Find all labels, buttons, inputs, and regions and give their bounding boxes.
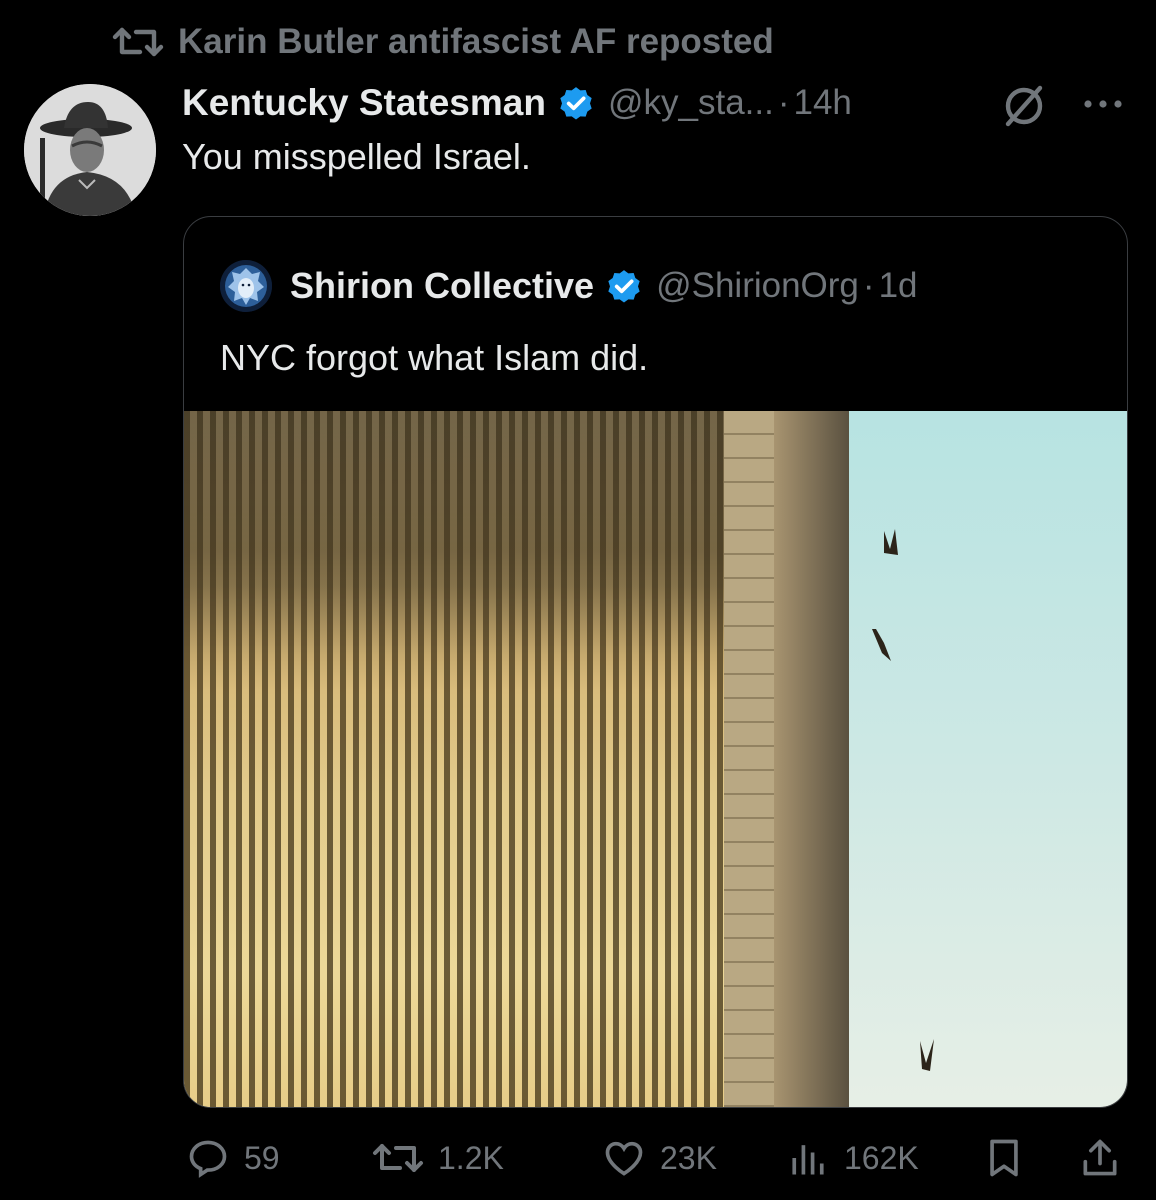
repost-icon <box>373 1144 423 1172</box>
analytics-icon <box>792 1145 824 1175</box>
repost-button[interactable]: 1.2K <box>372 1128 504 1188</box>
author-handle[interactable]: @ky_sta... <box>608 83 774 123</box>
like-count: 23K <box>660 1139 717 1176</box>
lion-logo-icon <box>220 260 272 312</box>
separator-dot: · <box>862 266 875 305</box>
action-bar: 59 1.2K 23K 162K <box>182 1128 1132 1188</box>
more-icon[interactable] <box>1078 90 1128 118</box>
bookmark-icon <box>990 1139 1018 1177</box>
reply-count: 59 <box>244 1139 280 1176</box>
bookmark-button[interactable] <box>982 1128 1040 1188</box>
quoted-time[interactable]: 1d <box>879 266 918 306</box>
avatar[interactable] <box>24 84 156 216</box>
avatar-photo <box>24 84 156 216</box>
quoted-text: NYC forgot what Islam did. <box>220 337 649 378</box>
like-button[interactable]: 23K <box>602 1128 717 1188</box>
quoted-author-name[interactable]: Shirion Collective <box>290 265 594 307</box>
quoted-header: Shirion Collective @ShirionOrg · 1d <box>220 259 918 313</box>
repost-count: 1.2K <box>438 1139 504 1176</box>
repost-text: Karin Butler antifascist AF reposted <box>178 22 774 61</box>
verified-badge-icon[interactable] <box>556 83 596 123</box>
tweet-header: Kentucky Statesman @ky_sta... · 14h <box>182 78 1132 128</box>
view-count: 162K <box>844 1139 919 1176</box>
separator-dot: · <box>777 83 790 122</box>
reply-button[interactable]: 59 <box>186 1128 280 1188</box>
author-name[interactable]: Kentucky Statesman <box>182 82 546 124</box>
repost-icon <box>112 27 164 57</box>
heart-icon <box>605 1141 643 1176</box>
repost-banner[interactable]: Karin Butler antifascist AF reposted <box>112 20 774 64</box>
grok-icon[interactable] <box>1000 82 1048 130</box>
quoted-handle[interactable]: @ShirionOrg <box>656 266 859 306</box>
share-button[interactable] <box>1078 1128 1136 1188</box>
quoted-tweet-card[interactable]: Shirion Collective @ShirionOrg · 1d NYC … <box>183 216 1128 1108</box>
tweet-time[interactable]: 14h <box>793 83 851 123</box>
quoted-avatar[interactable] <box>220 260 272 312</box>
reply-icon <box>189 1140 227 1178</box>
views-button[interactable]: 162K <box>786 1128 919 1188</box>
share-icon <box>1083 1139 1117 1176</box>
verified-badge-icon[interactable] <box>604 266 644 306</box>
tweet-text: You misspelled Israel. <box>182 136 531 177</box>
media-photo[interactable] <box>184 411 1128 1108</box>
